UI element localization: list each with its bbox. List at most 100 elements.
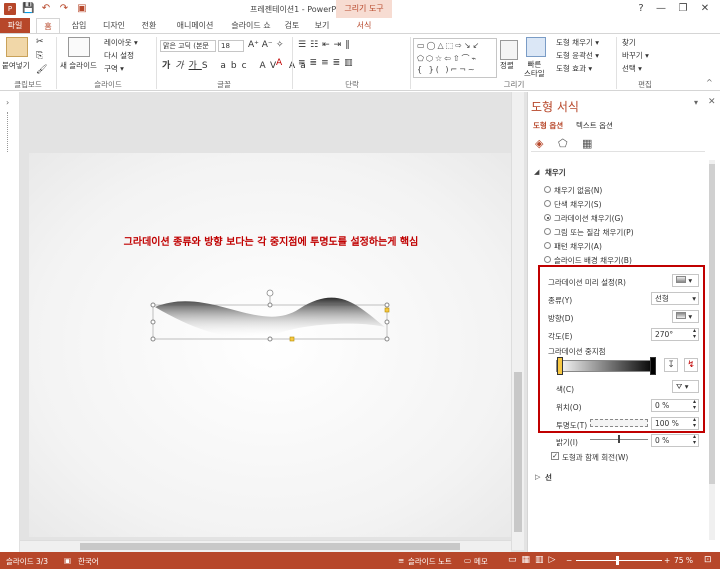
- angle-input[interactable]: 270° ▴ ▾: [651, 328, 699, 341]
- expand-line-icon[interactable]: ▷: [535, 473, 540, 481]
- radio-gradient-fill-label[interactable]: 그라데이션 채우기(G): [554, 213, 623, 224]
- size-properties-icon[interactable]: ▦: [582, 137, 592, 150]
- radio-gradient-fill[interactable]: [544, 214, 551, 221]
- brightness-input[interactable]: 0 % ▴ ▾: [651, 434, 699, 447]
- remove-stop-icon[interactable]: ↯: [684, 358, 698, 372]
- tab-home[interactable]: 홈: [36, 18, 60, 33]
- direction-dropdown[interactable]: ▾: [672, 310, 699, 323]
- horizontal-scroll-thumb[interactable]: [80, 543, 460, 550]
- layout-button[interactable]: 레이아웃 ▾: [104, 37, 138, 48]
- resize-handle[interactable]: [384, 302, 390, 308]
- spinner-icon[interactable]: ▴ ▾: [693, 417, 696, 429]
- rotate-with-shape-checkbox[interactable]: ✓: [551, 452, 559, 460]
- zoom-out-icon[interactable]: −: [566, 556, 572, 565]
- new-slide-button[interactable]: 새 슬라이드: [60, 60, 97, 71]
- slide-canvas[interactable]: 그라데이션 종류와 방향 보다는 각 중지점에 투명도를 설정하는게 핵심: [29, 153, 513, 537]
- zoom-in-icon[interactable]: +: [664, 556, 670, 565]
- shape-outline-button[interactable]: 도형 윤곽선 ▾: [556, 50, 599, 61]
- align-buttons[interactable]: ≡≣≡≣▥: [298, 58, 357, 68]
- zoom-slider[interactable]: [576, 560, 662, 561]
- position-input[interactable]: 0 % ▴ ▾: [651, 399, 699, 412]
- expand-thumbnails-icon[interactable]: ›: [6, 98, 9, 107]
- paste-button[interactable]: 붙여넣기: [2, 60, 30, 71]
- tab-text-options[interactable]: 텍스트 옵션: [576, 120, 613, 131]
- tab-format[interactable]: 서식: [346, 18, 382, 33]
- select-button[interactable]: 선택 ▾: [622, 63, 642, 74]
- notes-icon[interactable]: ≡: [398, 556, 404, 565]
- quick-styles-button[interactable]: 빠른 스타일: [524, 60, 545, 78]
- tab-animations[interactable]: 애니메이션: [168, 18, 222, 33]
- font-style-buttons[interactable]: 가가가S abc AV Aa: [162, 58, 311, 71]
- radio-picture-fill[interactable]: [544, 228, 551, 235]
- gradient-stop-handle[interactable]: [650, 357, 656, 375]
- thumbnail-pane-collapsed[interactable]: ›: [0, 92, 20, 552]
- resize-handle[interactable]: [267, 336, 273, 342]
- radio-picture-fill-label[interactable]: 그림 또는 질감 채우기(P): [554, 227, 634, 238]
- grow-font-icon[interactable]: A⁺ A⁻: [248, 40, 273, 50]
- cut-icon[interactable]: ✂: [36, 37, 44, 47]
- help-button[interactable]: ?: [632, 2, 650, 16]
- transparency-slider[interactable]: [590, 419, 648, 427]
- resize-handle[interactable]: [150, 319, 156, 325]
- shape-icons[interactable]: ▭◯△⬚⇨↘↙: [417, 41, 481, 50]
- slide-title-text[interactable]: 그라데이션 종류와 방향 보다는 각 중지점에 투명도를 설정하는게 핵심: [29, 233, 513, 248]
- spinner-icon[interactable]: ▴ ▾: [693, 434, 696, 446]
- format-painter-icon[interactable]: 🖌: [36, 65, 47, 75]
- rotate-with-shape-label[interactable]: 도형과 함께 회전(W): [562, 452, 628, 463]
- replace-button[interactable]: 바꾸기 ▾: [622, 50, 649, 61]
- view-buttons[interactable]: ▭▦▥▷: [508, 555, 560, 565]
- resize-handle[interactable]: [150, 336, 156, 342]
- radio-background-fill[interactable]: [544, 256, 551, 263]
- zoom-slider-thumb[interactable]: [616, 556, 619, 565]
- tab-review[interactable]: 검토: [280, 18, 304, 33]
- radio-solid-fill[interactable]: [544, 200, 551, 207]
- shape-icons[interactable]: ⬠⬡☆⇦⇧⌒⌁: [417, 53, 478, 64]
- arrange-button[interactable]: 정렬: [500, 60, 514, 71]
- rotate-handle-icon[interactable]: [266, 289, 274, 297]
- spinner-icon[interactable]: ▴ ▾: [693, 328, 696, 340]
- font-color-icon[interactable]: A: [276, 58, 282, 68]
- reset-button[interactable]: 다시 설정: [104, 50, 134, 61]
- brightness-slider-thumb[interactable]: [618, 435, 620, 443]
- comments-icon[interactable]: ▭: [464, 556, 471, 565]
- section-button[interactable]: 구역 ▾: [104, 63, 124, 74]
- save-icon[interactable]: 💾: [22, 3, 34, 15]
- resize-handle[interactable]: [267, 302, 273, 308]
- resize-handle[interactable]: [150, 302, 156, 308]
- radio-pattern-fill-label[interactable]: 패턴 채우기(A): [554, 241, 602, 252]
- tab-shape-options[interactable]: 도형 옵션: [533, 120, 563, 131]
- shape-effects-button[interactable]: 도형 효과 ▾: [556, 63, 592, 74]
- comments-button[interactable]: 메모: [474, 556, 488, 567]
- collapse-fill-icon[interactable]: ◢: [534, 168, 539, 176]
- pane-scrollbar[interactable]: [709, 160, 715, 540]
- slideshow-start-icon[interactable]: ▣: [76, 3, 88, 15]
- pane-options-icon[interactable]: ▾: [694, 98, 698, 107]
- gradient-preset-dropdown[interactable]: ▾: [672, 274, 699, 287]
- vertical-scroll-thumb[interactable]: [514, 372, 522, 532]
- copy-icon[interactable]: ⎘: [36, 51, 43, 61]
- adjust-handle[interactable]: [384, 307, 390, 313]
- adjust-handle[interactable]: [289, 336, 295, 342]
- resize-handle[interactable]: [384, 319, 390, 325]
- notes-button[interactable]: 슬라이드 노트: [408, 556, 452, 567]
- radio-solid-fill-label[interactable]: 단색 채우기(S): [554, 199, 602, 210]
- add-stop-icon[interactable]: ↧: [664, 358, 678, 372]
- vertical-scrollbar[interactable]: [511, 92, 524, 550]
- gradient-wave-shape[interactable]: [149, 287, 394, 347]
- pane-scroll-thumb[interactable]: [709, 164, 715, 484]
- tab-view[interactable]: 보기: [310, 18, 334, 33]
- gradient-stops-bar[interactable]: [556, 360, 656, 372]
- arrange-icon[interactable]: [500, 40, 518, 60]
- new-slide-icon[interactable]: [68, 37, 90, 57]
- color-picker[interactable]: ⛛ ▾: [672, 380, 699, 393]
- redo-icon[interactable]: ↷: [58, 3, 70, 15]
- shape-fill-button[interactable]: 도형 채우기 ▾: [556, 37, 599, 48]
- zoom-level[interactable]: 75 %: [674, 556, 693, 565]
- radio-no-fill-label[interactable]: 채우기 없음(N): [554, 185, 602, 196]
- tab-design[interactable]: 디자인: [98, 18, 130, 33]
- section-fill-header[interactable]: 채우기: [545, 167, 566, 178]
- font-family-select[interactable]: 맑은 고딕 (본문: [160, 40, 216, 52]
- fill-line-icon[interactable]: ◈: [535, 137, 543, 150]
- type-dropdown[interactable]: 선형 ▾: [651, 292, 699, 305]
- transparency-input[interactable]: 100 % ▴ ▾: [651, 417, 699, 430]
